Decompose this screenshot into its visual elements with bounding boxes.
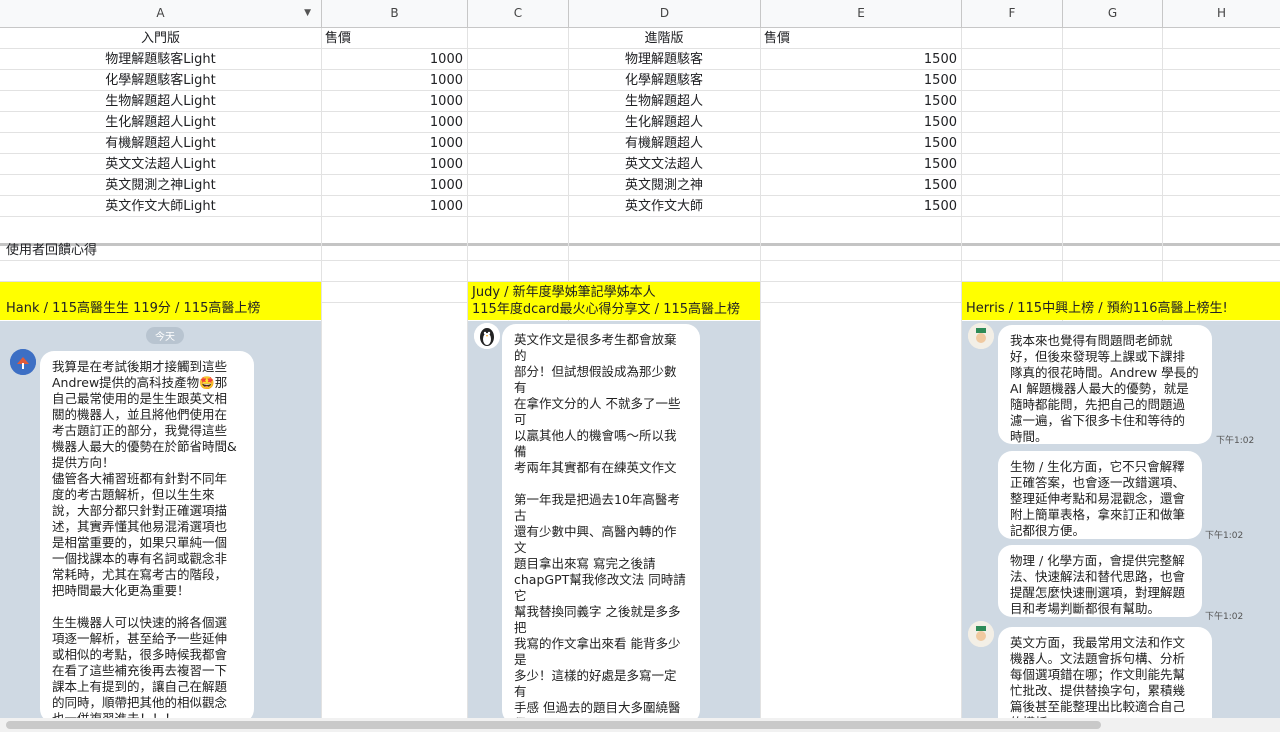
entry-product-name[interactable]: 物理解題駭客Light bbox=[0, 49, 321, 70]
chevron-down-icon[interactable]: ▼ bbox=[304, 0, 311, 27]
column-header-d[interactable]: D bbox=[569, 0, 761, 27]
adv-product-price[interactable]: 1500 bbox=[761, 70, 957, 91]
entry-product-price[interactable]: 1000 bbox=[322, 196, 463, 217]
entry-product-name[interactable]: 生物解題超人Light bbox=[0, 91, 321, 112]
adv-product-name[interactable]: 化學解題駭客 bbox=[568, 70, 760, 91]
column-header-c[interactable]: C bbox=[468, 0, 569, 27]
adv-product-name[interactable]: 物理解題駭客 bbox=[568, 49, 760, 70]
column-header-bar: A ▼ B C D E F G H bbox=[0, 0, 1280, 28]
message-time: 下午1:02 bbox=[1205, 612, 1244, 622]
column-letter: G bbox=[1107, 6, 1118, 20]
entry-product-price[interactable]: 1000 bbox=[322, 175, 463, 196]
adv-product-price[interactable]: 1500 bbox=[761, 112, 957, 133]
judy-header-line2: 115年度dcard最火心得分享文 / 115高醫上榜 bbox=[472, 302, 741, 317]
column-letter: A bbox=[156, 6, 165, 20]
adv-product-price[interactable]: 1500 bbox=[761, 154, 957, 175]
adv-product-price[interactable]: 1500 bbox=[761, 196, 957, 217]
judy-chat-screenshot: 英文作文是很多考生都會放棄的 部分！但試想假設成為那少數有 在拿作文分的人 不就… bbox=[468, 321, 760, 718]
day-label: 今天 bbox=[146, 327, 184, 344]
adv-product-price[interactable]: 1500 bbox=[761, 133, 957, 154]
entry-product-name[interactable]: 生化解題超人Light bbox=[0, 112, 321, 133]
user-avatar-icon bbox=[968, 323, 994, 349]
column-header-a[interactable]: A ▼ bbox=[0, 0, 322, 27]
entry-price-header[interactable]: 售價 bbox=[325, 28, 465, 49]
chat-message: 英文作文是很多考生都會放棄的 部分！但試想假設成為那少數有 在拿作文分的人 不就… bbox=[502, 324, 700, 718]
testimonial-header-hank[interactable]: Hank / 115高醫生生 119分 / 115高醫上榜 bbox=[0, 282, 321, 320]
adv-product-name[interactable]: 生物解題超人 bbox=[568, 91, 760, 112]
column-letter: E bbox=[857, 6, 865, 20]
adv-version-header[interactable]: 進階版 bbox=[568, 28, 760, 49]
entry-product-price[interactable]: 1000 bbox=[322, 70, 463, 91]
entry-version-header[interactable]: 入門版 bbox=[0, 28, 321, 49]
entry-product-price[interactable]: 1000 bbox=[322, 154, 463, 175]
hank-header-text: Hank / 115高醫生生 119分 / 115高醫上榜 bbox=[6, 301, 261, 316]
adv-product-name[interactable]: 生化解題超人 bbox=[568, 112, 760, 133]
entry-product-name[interactable]: 英文作文大師Light bbox=[0, 196, 321, 217]
testimonial-header-herris[interactable]: Herris / 115中興上榜 / 預約116高醫上榜生! bbox=[962, 282, 1280, 320]
chat-message: 英文方面，我最常用文法和作文 機器人。文法題會拆句構、分析 每個選項錯在哪；作文… bbox=[998, 627, 1212, 718]
user-avatar-icon bbox=[10, 349, 36, 375]
column-header-f[interactable]: F bbox=[962, 0, 1063, 27]
herris-chat-screenshot: 我本來也覺得有問題問老師就 好，但後來發現等上課或下課排 隊真的很花時間。And… bbox=[962, 321, 1280, 718]
column-letter: B bbox=[390, 6, 399, 20]
user-avatar-icon bbox=[968, 621, 994, 647]
chat-message: 生物 / 生化方面，它不只會解釋 正確答案，也會逐一改錯選項、 整理延伸考點和易… bbox=[998, 451, 1202, 539]
adv-price-header[interactable]: 售價 bbox=[764, 28, 954, 49]
adv-product-price[interactable]: 1500 bbox=[761, 91, 957, 112]
message-time: 下午1:02 bbox=[1205, 531, 1244, 541]
herris-header-text: Herris / 115中興上榜 / 預約116高醫上榜生! bbox=[966, 301, 1228, 316]
adv-product-name[interactable]: 有機解題超人 bbox=[568, 133, 760, 154]
column-header-h[interactable]: H bbox=[1163, 0, 1280, 27]
feedback-title[interactable]: 使用者回饋心得 bbox=[6, 240, 306, 261]
adv-product-name[interactable]: 英文文法超人 bbox=[568, 154, 760, 175]
column-letter: H bbox=[1216, 6, 1227, 20]
judy-header-line1: Judy / 新年度學姊筆記學姊本人 bbox=[472, 285, 656, 300]
column-letter: D bbox=[659, 6, 670, 20]
entry-product-name[interactable]: 英文閱測之神Light bbox=[0, 175, 321, 196]
column-header-e[interactable]: E bbox=[761, 0, 962, 27]
chat-message: 我算是在考試後期才接觸到這些 Andrew提供的高科技產物🤩那 自己最常使用的是… bbox=[40, 351, 254, 718]
chat-message: 物理 / 化學方面，會提供完整解 法、快速解法和替代思路，也會 提醒怎麼快速刪選… bbox=[998, 545, 1202, 617]
entry-product-price[interactable]: 1000 bbox=[322, 133, 463, 154]
penguin-avatar-icon bbox=[474, 323, 500, 349]
entry-product-name[interactable]: 化學解題駭客Light bbox=[0, 70, 321, 91]
horizontal-scrollbar[interactable] bbox=[0, 718, 1280, 732]
adv-product-name[interactable]: 英文閱測之神 bbox=[568, 175, 760, 196]
column-letter: C bbox=[513, 6, 523, 20]
avatar bbox=[474, 323, 500, 349]
adv-product-price[interactable]: 1500 bbox=[761, 175, 957, 196]
testimonial-header-judy[interactable]: Judy / 新年度學姊筆記學姊本人 115年度dcard最火心得分享文 / 1… bbox=[468, 282, 760, 320]
chat-message: 我本來也覺得有問題問老師就 好，但後來發現等上課或下課排 隊真的很花時間。And… bbox=[998, 325, 1212, 444]
scrollbar-thumb[interactable] bbox=[6, 721, 1101, 729]
entry-product-name[interactable]: 有機解題超人Light bbox=[0, 133, 321, 154]
adv-product-price[interactable]: 1500 bbox=[761, 49, 957, 70]
hank-chat-screenshot: 今天 我算是在考試後期才接觸到這些 Andrew提供的高科技產物🤩那 自己最常使… bbox=[0, 321, 321, 718]
column-header-b[interactable]: B bbox=[322, 0, 468, 27]
avatar bbox=[968, 323, 994, 349]
message-time: 下午1:02 bbox=[1216, 436, 1255, 446]
avatar bbox=[968, 621, 994, 647]
entry-product-price[interactable]: 1000 bbox=[322, 49, 463, 70]
column-header-g[interactable]: G bbox=[1063, 0, 1163, 27]
entry-product-name[interactable]: 英文文法超人Light bbox=[0, 154, 321, 175]
avatar bbox=[10, 349, 36, 375]
column-letter: F bbox=[1008, 6, 1016, 20]
adv-product-name[interactable]: 英文作文大師 bbox=[568, 196, 760, 217]
entry-product-price[interactable]: 1000 bbox=[322, 112, 463, 133]
entry-product-price[interactable]: 1000 bbox=[322, 91, 463, 112]
